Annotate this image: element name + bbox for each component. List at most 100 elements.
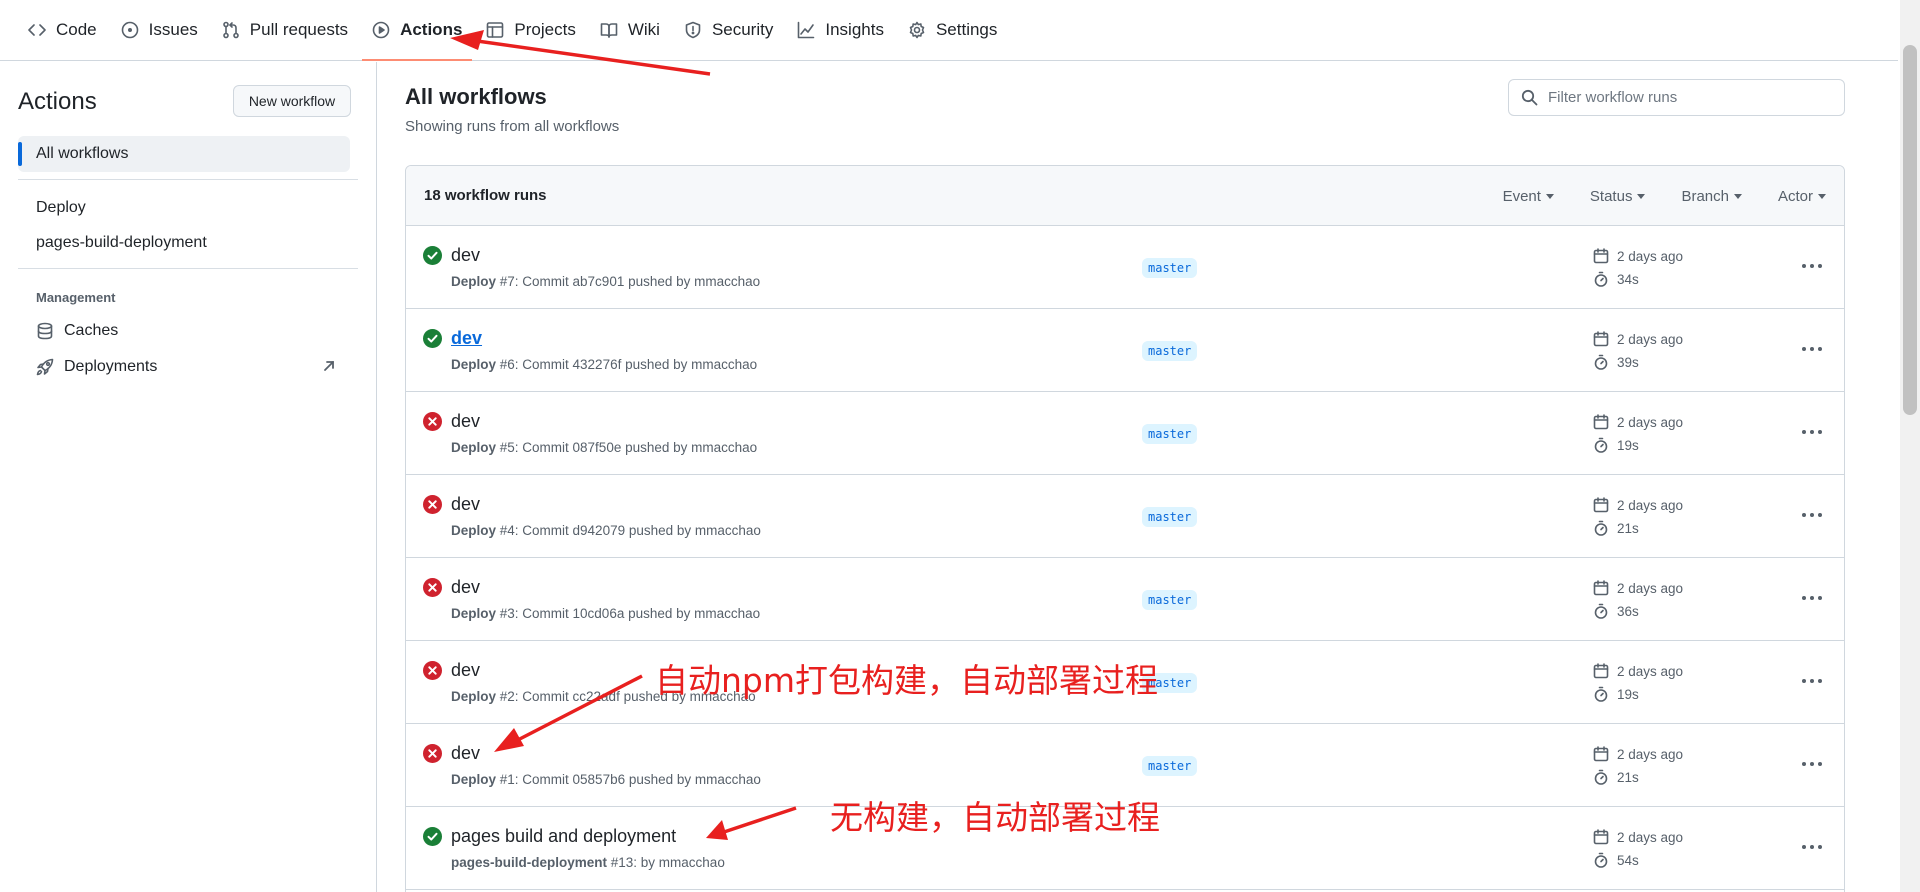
- sidebar-item-caches[interactable]: Caches: [36, 322, 118, 340]
- run-meta: Deploy #1: Commit 05857b6 pushed by mmac…: [451, 772, 761, 787]
- table-row[interactable]: dev Deploy #5: Commit 087f50e pushed by m…: [406, 392, 1844, 475]
- tab-label: Insights: [825, 20, 884, 39]
- status-filter-dropdown[interactable]: Status: [1590, 188, 1646, 205]
- run-duration: 34s: [1593, 271, 1639, 287]
- filter-input[interactable]: [1548, 89, 1838, 106]
- run-title[interactable]: dev: [451, 577, 480, 598]
- run-commit-info: #6: Commit 432276f pushed by mmacchao: [496, 357, 758, 372]
- sidebar-item-deploy[interactable]: Deploy: [36, 199, 86, 217]
- page-title: All workflows: [405, 84, 547, 109]
- run-workflow-name: Deploy: [451, 606, 497, 621]
- run-time: 2 days ago: [1593, 580, 1683, 596]
- tab-insights[interactable]: Insights: [787, 0, 894, 60]
- kebab-horizontal-icon[interactable]: [1798, 752, 1826, 776]
- branch-filter-label: Branch: [1681, 187, 1729, 205]
- vertical-scrollbar[interactable]: [1900, 0, 1920, 892]
- stopwatch-icon: [1593, 354, 1617, 370]
- status-filter-label: Status: [1589, 187, 1633, 205]
- run-meta: Deploy #6: Commit 432276f pushed by mmac…: [451, 357, 757, 372]
- branch-badge[interactable]: master: [1142, 507, 1198, 527]
- run-duration: 21s: [1593, 769, 1639, 785]
- run-time: 2 days ago: [1593, 829, 1683, 845]
- sidebar-item-all-workflows[interactable]: All workflows: [18, 136, 350, 172]
- run-title[interactable]: dev: [451, 245, 480, 266]
- filter-workflow-runs[interactable]: [1508, 79, 1845, 116]
- run-title[interactable]: dev: [451, 660, 480, 681]
- stopwatch-icon: [1593, 271, 1617, 287]
- x-circle-icon: [423, 412, 442, 431]
- caret-down-icon: [1733, 193, 1742, 199]
- calendar-icon: [1593, 829, 1617, 845]
- table-row[interactable]: dev Deploy #4: Commit d942079 pushed by m…: [406, 475, 1844, 558]
- run-workflow-name: Deploy: [451, 772, 497, 787]
- workflow-runs-list: 18 workflow runs Event Status Branch Act…: [405, 165, 1845, 892]
- table-row[interactable]: dev Deploy #6: Commit 432276f pushed by m…: [406, 309, 1844, 392]
- annotation-no-build: 无构建，自动部署过程: [830, 798, 1160, 837]
- x-circle-icon: [423, 495, 442, 514]
- kebab-horizontal-icon[interactable]: [1798, 420, 1826, 444]
- kebab-horizontal-icon[interactable]: [1798, 503, 1826, 527]
- run-title[interactable]: dev: [451, 328, 482, 349]
- divider: [18, 179, 358, 180]
- caret-down-icon: [1545, 193, 1554, 199]
- branch-badge[interactable]: master: [1142, 258, 1198, 278]
- git-pull-request-icon: [222, 21, 240, 39]
- run-meta: Deploy #4: Commit d942079 pushed by mmac…: [451, 523, 761, 538]
- annotation-npm-build: 自动npm打包构建，自动部署过程: [655, 661, 1159, 700]
- actor-filter-dropdown[interactable]: Actor: [1778, 188, 1826, 205]
- tab-wiki[interactable]: Wiki: [590, 0, 670, 60]
- run-commit-info: #13: by mmacchao: [607, 855, 725, 870]
- event-filter-dropdown[interactable]: Event: [1503, 188, 1554, 205]
- kebab-horizontal-icon[interactable]: [1798, 337, 1826, 361]
- tab-security[interactable]: Security: [674, 0, 783, 60]
- run-commit-info: #5: Commit 087f50e pushed by mmacchao: [496, 440, 758, 455]
- scrollbar-thumb[interactable]: [1903, 45, 1917, 415]
- check-circle-icon: [423, 246, 442, 265]
- tab-issues[interactable]: Issues: [111, 0, 208, 60]
- sidebar-item-deployments[interactable]: Deployments: [36, 358, 157, 376]
- run-duration: 19s: [1593, 686, 1639, 702]
- run-workflow-name: Deploy: [451, 523, 497, 538]
- run-workflow-name: Deploy: [451, 357, 497, 372]
- branch-filter-dropdown[interactable]: Branch: [1681, 188, 1742, 205]
- calendar-icon: [1593, 746, 1617, 762]
- run-title[interactable]: pages build and deployment: [451, 826, 676, 847]
- tab-label: Code: [56, 20, 97, 39]
- caret-down-icon: [1818, 193, 1826, 199]
- kebab-horizontal-icon[interactable]: [1798, 669, 1826, 693]
- tab-settings[interactable]: Settings: [898, 0, 1007, 60]
- run-commit-info: #1: Commit 05857b6 pushed by mmacchao: [496, 772, 761, 787]
- branch-badge[interactable]: master: [1142, 590, 1198, 610]
- caret-down-icon: [1637, 193, 1646, 199]
- run-meta: Deploy #3: Commit 10cd06a pushed by mmac…: [451, 606, 760, 621]
- stopwatch-icon: [1593, 437, 1617, 453]
- run-duration: 39s: [1593, 354, 1639, 370]
- run-title[interactable]: dev: [451, 743, 480, 764]
- tab-actions[interactable]: Actions: [362, 0, 473, 61]
- stopwatch-icon: [1593, 686, 1617, 702]
- table-row[interactable]: dev Deploy #7: Commit ab7c901 pushed by m…: [406, 226, 1844, 309]
- x-circle-icon: [423, 578, 442, 597]
- check-circle-icon: [423, 329, 442, 348]
- branch-badge[interactable]: master: [1142, 424, 1198, 444]
- calendar-icon: [1593, 497, 1617, 513]
- run-time-label: 2 days ago: [1617, 248, 1684, 264]
- tab-pull-requests[interactable]: Pull requests: [212, 0, 358, 60]
- branch-badge[interactable]: master: [1142, 341, 1198, 361]
- kebab-horizontal-icon[interactable]: [1798, 254, 1826, 278]
- graph-icon: [797, 21, 815, 39]
- run-title[interactable]: dev: [451, 494, 480, 515]
- new-workflow-button[interactable]: New workflow: [233, 85, 351, 117]
- tab-label: Projects: [514, 20, 576, 39]
- sidebar-item-pages-build-deployment[interactable]: pages-build-deployment: [36, 234, 207, 252]
- run-title[interactable]: dev: [451, 411, 480, 432]
- kebab-horizontal-icon[interactable]: [1798, 835, 1826, 859]
- calendar-icon: [1593, 663, 1617, 679]
- tab-projects[interactable]: Projects: [476, 0, 585, 60]
- tab-code[interactable]: Code: [18, 0, 107, 60]
- table-row[interactable]: dev Deploy #3: Commit 10cd06a pushed by m…: [406, 558, 1844, 641]
- issue-opened-icon: [121, 21, 139, 39]
- tab-label: Issues: [148, 20, 198, 39]
- branch-badge[interactable]: master: [1142, 756, 1198, 776]
- kebab-horizontal-icon[interactable]: [1798, 586, 1826, 610]
